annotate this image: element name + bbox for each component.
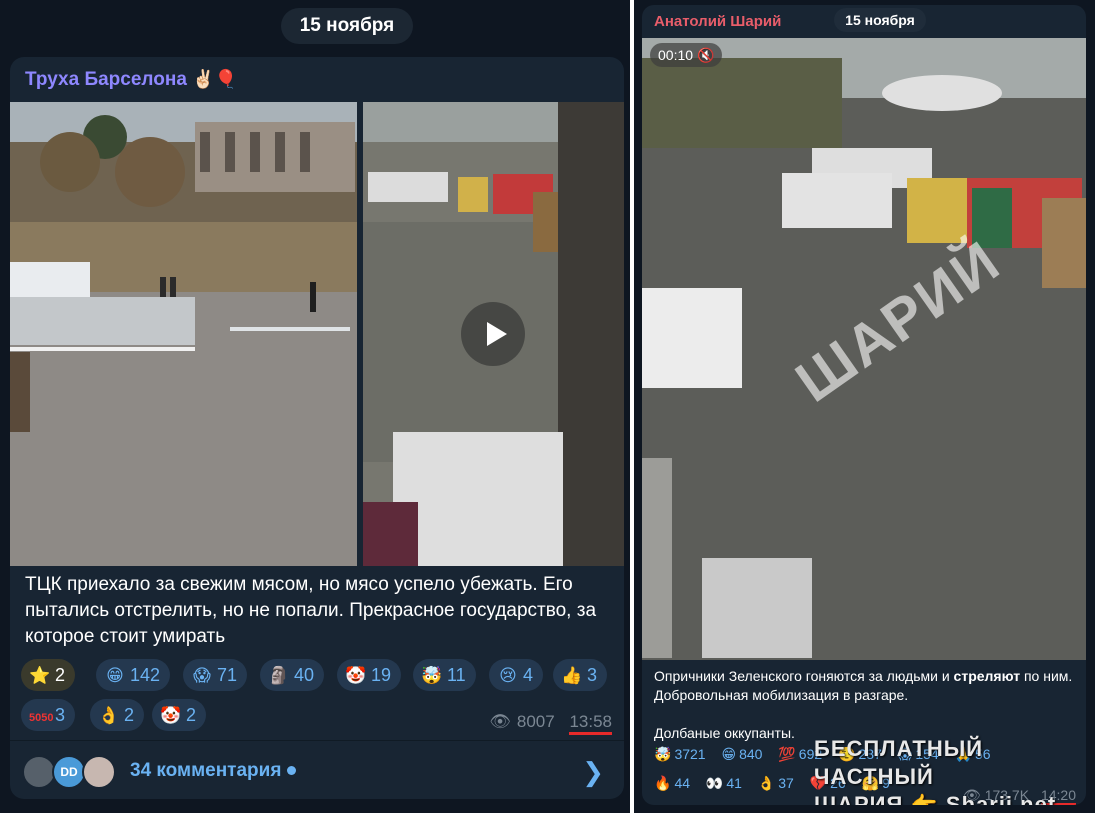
grin-icon: 😁 (721, 746, 737, 762)
exploding-head-icon: 🤯 (421, 666, 443, 685)
caption-part: Опричники Зеленского гоняются за людьми … (654, 668, 954, 684)
channel-name-text: Труха Барселона (25, 69, 187, 90)
clown-icon: 🤡 (345, 666, 367, 685)
reaction-moai[interactable]: 🗿 40 (260, 659, 325, 691)
reaction-count: 840 (739, 746, 763, 762)
video-thumbnail[interactable] (363, 102, 624, 566)
ok-hand-icon: 👌 (757, 775, 776, 791)
channel-post-right: Анатолий Шарий ШАРИЙ 00:10 🔇 Опричники З… (642, 5, 1086, 805)
channel-emoji: ✌🏻🎈 (192, 69, 237, 89)
chevron-right-icon: ❯ (582, 757, 604, 787)
reaction-clown-2[interactable]: 🤡 2 (152, 699, 207, 731)
reaction-star[interactable]: ⭐ 2 (21, 659, 76, 691)
overlay-line-1: БЕСПЛАТНЫЙ ЧАСТНЫЙ (814, 736, 984, 789)
reaction-count: 3 (55, 705, 66, 725)
reaction-count: 142 (130, 665, 161, 685)
grin-icon: 😁 (106, 666, 124, 685)
reaction-scream[interactable]: 😱 71 (183, 659, 248, 691)
overlay-line-2: ШАРИЯ 👉 Sharij.net (814, 792, 1057, 805)
comments-label: 34 комментария (130, 760, 297, 782)
reaction-clown[interactable]: 🤡 19 (337, 659, 402, 691)
reaction[interactable]: 🔥 44 (654, 775, 690, 792)
clown-icon: 🤡 (160, 706, 182, 725)
unread-dot (287, 766, 297, 776)
eyes-icon: 👀 (705, 775, 724, 791)
reaction-count: 2 (186, 705, 197, 725)
video-time: 00:10 (658, 47, 694, 63)
reaction-count: 2 (124, 705, 135, 725)
reaction-ok-hand[interactable]: 👌 2 (90, 699, 145, 731)
commenter-avatars: DD (22, 755, 118, 789)
channel-name[interactable]: Труха Барселона ✌🏻🎈 (25, 69, 237, 91)
reaction-count: 11 (447, 665, 466, 685)
reaction-grin[interactable]: 😁 142 (96, 659, 171, 691)
video-timer[interactable]: 00:10 🔇 (650, 43, 723, 67)
eye-icon: 👁 (489, 712, 511, 731)
reaction-5050[interactable]: 50503 (21, 699, 76, 731)
comments-count: 34 комментария (130, 760, 282, 781)
star-icon: ⭐ (29, 666, 51, 685)
fire-icon: 🔥 (654, 775, 672, 791)
ok-hand-icon: 👌 (98, 706, 120, 725)
view-count: 8007 (516, 712, 555, 731)
post-time: 13:58 (569, 712, 612, 735)
reaction-count: 4 (523, 665, 534, 685)
reaction-cry[interactable]: 😢 4 (489, 659, 544, 691)
scream-icon: 😱 (193, 666, 211, 685)
overlay-watermark: БЕСПЛАТНЫЙ ЧАСТНЫЙ ШАРИЯ 👉 Sharij.net (814, 735, 1086, 805)
channel-name-right[interactable]: Анатолий Шарий (654, 13, 781, 30)
date-separator: 15 ноября (281, 8, 413, 44)
photo-yard[interactable] (10, 102, 357, 566)
reaction[interactable]: 👌 37 (758, 775, 794, 792)
reaction[interactable]: 🤯 3721 (654, 746, 706, 763)
post-caption-right: Опричники Зеленского гоняются за людьми … (654, 667, 1074, 743)
avatar (22, 755, 56, 789)
reaction-count: 44 (674, 775, 691, 791)
reaction-count: 40 (294, 665, 315, 685)
reaction-exploding-head[interactable]: 🤯 11 (413, 659, 476, 691)
fifty-fifty-icon: 5050 (29, 712, 54, 724)
reaction-count: 3721 (674, 746, 706, 762)
moai-icon: 🗿 (268, 666, 290, 685)
cry-icon: 😢 (499, 666, 517, 685)
play-icon (487, 322, 507, 346)
avatar: DD (52, 755, 86, 789)
reaction-count: 41 (726, 775, 742, 791)
reaction-count: 71 (217, 665, 238, 685)
left-screenshot: 15 ноября Труха Барселона ✌🏻🎈 ТЦК приеха… (0, 0, 630, 813)
right-screenshot: Анатолий Шарий ШАРИЙ 00:10 🔇 Опричники З… (634, 0, 1095, 813)
hundred-icon: 💯 (778, 746, 796, 762)
reaction[interactable]: 👀 41 (706, 775, 742, 792)
mute-icon: 🔇 (696, 47, 715, 63)
post-caption: ТЦК приехало за свежим мясом, но мясо ус… (25, 574, 597, 647)
reaction-thumbs-up[interactable]: 👍 3 (553, 659, 608, 691)
caption-bold: стреляют (953, 668, 1021, 684)
video-player[interactable]: ШАРИЙ 00:10 🔇 (642, 38, 1086, 660)
reaction-count: 19 (371, 665, 392, 685)
reaction-count: 3 (587, 665, 598, 685)
date-separator-right: 15 ноября (834, 8, 926, 32)
channel-post: Труха Барселона ✌🏻🎈 ТЦК приехало за свеж… (10, 57, 624, 799)
thumbs-up-icon: 👍 (561, 666, 583, 685)
reaction-count: 2 (55, 665, 66, 685)
reaction[interactable]: 😁 840 (721, 746, 762, 763)
comments-button[interactable]: DD 34 комментария ❯ (10, 740, 624, 799)
post-meta: 👁 8007 13:58 (489, 712, 612, 735)
photo-yard-drawing (10, 102, 357, 566)
avatar (82, 755, 116, 789)
play-button[interactable] (461, 302, 525, 366)
reaction-count: 37 (778, 775, 794, 791)
exploding-head-icon: 🤯 (654, 746, 672, 762)
